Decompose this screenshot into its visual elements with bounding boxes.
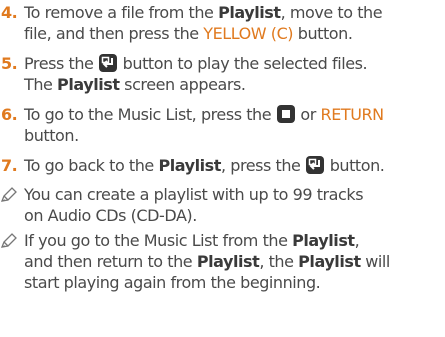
note-2: If you go to the Music List from the Pla… xyxy=(0,230,445,293)
step-text: button. xyxy=(293,24,353,43)
step-line: To go to the Music List, press the or RE… xyxy=(24,104,445,125)
step-number: 6. xyxy=(1,105,18,124)
step-number: 5. xyxy=(1,54,18,73)
step-line: Press the button to play the selected fi… xyxy=(24,53,445,74)
step-text: To go back to the xyxy=(24,156,159,175)
note-line: start playing again from the beginning. xyxy=(24,273,321,292)
return-button-term: RETURN xyxy=(320,105,385,124)
step-5: 5. Press the button to play the selected… xyxy=(0,53,445,95)
note-text: and then return to the xyxy=(24,252,197,271)
step-line: To go back to the Playlist, press the bu… xyxy=(24,155,445,176)
step-7: 7. To go back to the Playlist, press the… xyxy=(0,155,445,176)
note-text: , xyxy=(354,231,360,250)
step-text: button. xyxy=(24,126,79,145)
step-line: To remove a file from the Playlist, move… xyxy=(24,2,445,23)
playlist-term: Playlist xyxy=(298,252,361,271)
step-text: screen appears. xyxy=(119,75,246,94)
step-number: 4. xyxy=(1,3,18,22)
note-text: If you go to the Music List from the xyxy=(24,231,293,250)
note-line: and then return to the Playlist, the Pla… xyxy=(24,251,445,272)
step-text: button. xyxy=(325,156,385,175)
playlist-term: Playlist xyxy=(292,231,355,250)
note-text: , the xyxy=(259,252,299,271)
step-text: To remove a file from the xyxy=(24,3,219,22)
step-line: button. xyxy=(24,125,445,146)
note-text: will xyxy=(360,252,390,271)
step-text: or xyxy=(295,105,321,124)
enter-button-icon xyxy=(306,156,325,174)
playlist-term: Playlist xyxy=(158,156,221,175)
step-text: , move to the xyxy=(280,3,383,22)
step-number: 7. xyxy=(1,156,18,175)
step-text: To go to the Music List, press the xyxy=(24,105,276,124)
step-line: The Playlist screen appears. xyxy=(24,74,445,95)
note-pencil-icon xyxy=(0,186,18,204)
playlist-term: Playlist xyxy=(57,75,120,94)
manual-page: 4. To remove a file from the Playlist, m… xyxy=(0,0,445,337)
step-line: file, and then press the YELLOW (C) butt… xyxy=(24,23,445,44)
note-line: If you go to the Music List from the Pla… xyxy=(24,230,445,251)
step-text: The xyxy=(24,75,58,94)
note-line: You can create a playlist with up to 99 … xyxy=(24,185,364,204)
step-text: button to play the selected files. xyxy=(118,54,368,73)
playlist-term: Playlist xyxy=(218,3,281,22)
step-text: Press the xyxy=(24,54,99,73)
stop-button-icon xyxy=(276,105,295,123)
enter-button-icon xyxy=(99,54,118,72)
note-pencil-icon xyxy=(0,232,18,250)
step-text: , press the xyxy=(220,156,306,175)
step-4: 4. To remove a file from the Playlist, m… xyxy=(0,2,445,44)
note-1: You can create a playlist with up to 99 … xyxy=(0,184,445,226)
note-line: on Audio CDs (CD-DA). xyxy=(24,206,197,225)
step-text: file, and then press the xyxy=(24,24,204,43)
yellow-button-term: YELLOW (C) xyxy=(203,24,294,43)
playlist-term: Playlist xyxy=(196,252,260,271)
step-6: 6. To go to the Music List, press the or… xyxy=(0,104,445,146)
